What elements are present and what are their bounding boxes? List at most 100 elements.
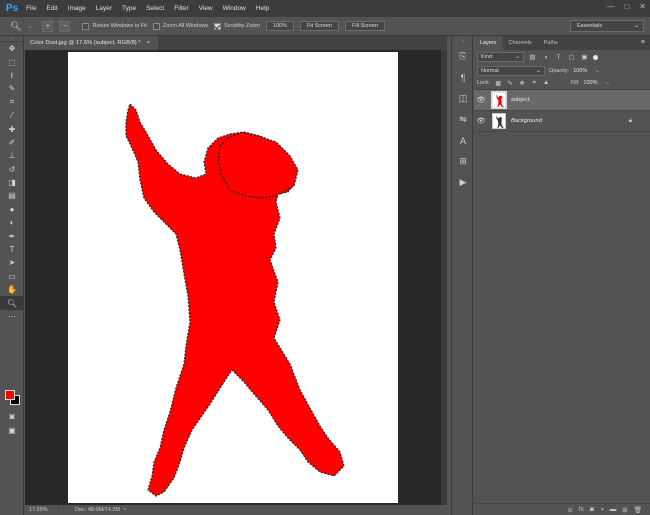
close-window-icon[interactable]: ✕: [639, 2, 646, 11]
zoom-level-field[interactable]: 17.55%: [25, 507, 59, 513]
filter-kind-select[interactable]: Kind ⌄: [477, 52, 524, 62]
fill-screen-button[interactable]: Fill Screen: [345, 21, 386, 31]
lock-all-icon[interactable]: 🔒︎: [542, 80, 550, 87]
adjustments-panel-icon[interactable]: ◫: [452, 88, 474, 109]
fill-slider-icon[interactable]: ⌄: [605, 80, 610, 86]
workspace-select[interactable]: Essentials ⌄: [570, 20, 644, 32]
foreground-color-swatch[interactable]: [5, 390, 15, 400]
type-filter-icon[interactable]: T: [554, 54, 563, 61]
lock-artboard-icon[interactable]: ⌗: [530, 80, 538, 87]
filter-toggle-icon[interactable]: [593, 54, 598, 60]
hand-tool-icon[interactable]: ✋: [0, 283, 24, 296]
menu-select[interactable]: Select: [141, 5, 169, 12]
history-brush-tool-icon[interactable]: ↺: [0, 163, 24, 176]
pen-tool-icon[interactable]: ✒: [0, 229, 24, 242]
gradient-tool-icon[interactable]: ▤: [0, 189, 24, 202]
status-menu-icon[interactable]: ›: [120, 507, 126, 513]
smart-object-filter-icon[interactable]: ▣: [580, 53, 589, 61]
menu-type[interactable]: Type: [117, 5, 141, 12]
crop-tool-icon[interactable]: ⌗: [0, 96, 24, 109]
lock-pixels-icon[interactable]: ✎: [506, 80, 514, 87]
checkbox-box[interactable]: [152, 22, 160, 30]
rectangle-tool-icon[interactable]: ▭: [0, 270, 24, 283]
actions-panel-icon[interactable]: ▶: [452, 172, 474, 193]
panel-menu-icon[interactable]: ≡: [641, 39, 645, 46]
menu-filter[interactable]: Filter: [169, 5, 193, 12]
vertical-scrollbar[interactable]: [441, 50, 447, 505]
screen-mode-icon[interactable]: ▣: [0, 424, 24, 437]
resize-windows-checkbox[interactable]: Resize Windows to Fit: [82, 22, 147, 30]
libraries-panel-icon[interactable]: ⊞: [452, 151, 474, 172]
healing-brush-tool-icon[interactable]: ✚: [0, 122, 24, 135]
fill-value[interactable]: 100%: [583, 80, 601, 86]
checkbox-box-checked[interactable]: [214, 22, 222, 30]
fit-screen-button[interactable]: Fit Screen: [299, 21, 340, 31]
menu-view[interactable]: View: [194, 5, 218, 12]
chevron-down-icon[interactable]: ⌄: [27, 23, 32, 30]
move-tool-icon[interactable]: ✥: [0, 42, 24, 55]
history-panel-icon[interactable]: ⎘: [452, 46, 474, 67]
menu-image[interactable]: Image: [63, 5, 91, 12]
layer-row-background[interactable]: 👁︎ Background 🔒︎: [474, 111, 650, 132]
tab-layers[interactable]: Layers: [474, 36, 503, 50]
add-mask-icon[interactable]: ◙: [590, 506, 594, 513]
lasso-tool-icon[interactable]: ℓ: [0, 69, 24, 82]
minimize-icon[interactable]: —: [606, 2, 614, 11]
menu-window[interactable]: Window: [218, 5, 251, 12]
pixel-filter-icon[interactable]: ▧: [528, 53, 537, 61]
lock-position-icon[interactable]: ✥: [518, 80, 526, 87]
new-layer-icon[interactable]: ⊞: [622, 506, 627, 514]
menu-help[interactable]: Help: [251, 5, 274, 12]
default-colors-icon[interactable]: [0, 323, 24, 329]
zoom-in-icon[interactable]: +: [42, 20, 54, 32]
more-tools-icon[interactable]: ⋯: [0, 310, 24, 323]
layer-name[interactable]: Background: [511, 118, 542, 124]
panel-grip-icon[interactable]: «: [452, 36, 474, 46]
new-group-icon[interactable]: ▬: [610, 506, 617, 513]
document-canvas[interactable]: [68, 52, 398, 503]
menu-file[interactable]: File: [21, 5, 41, 12]
path-selection-tool-icon[interactable]: ➤: [0, 256, 24, 269]
quick-mask-icon[interactable]: ◙: [0, 410, 24, 423]
layer-row-subject[interactable]: 👁︎ subject: [474, 90, 650, 111]
opacity-slider-icon[interactable]: ⌄: [595, 68, 600, 74]
close-tab-icon[interactable]: ×: [147, 40, 150, 46]
link-layers-icon[interactable]: ⊝: [567, 506, 572, 514]
layer-name[interactable]: subject: [511, 97, 529, 103]
brush-tool-icon[interactable]: ✐: [0, 136, 24, 149]
opacity-value[interactable]: 100%: [573, 68, 591, 74]
lock-transparency-icon[interactable]: ▩: [494, 80, 502, 87]
menu-layer[interactable]: Layer: [91, 5, 117, 12]
eyedropper-tool-icon[interactable]: ⁄: [0, 109, 24, 122]
character-panel-icon[interactable]: A: [452, 130, 474, 151]
visibility-eye-icon[interactable]: 👁︎: [474, 117, 488, 125]
adjustment-layer-icon[interactable]: ◑: [600, 506, 604, 513]
clone-stamp-tool-icon[interactable]: ⊥: [0, 149, 24, 162]
visibility-eye-icon[interactable]: 👁︎: [474, 96, 488, 104]
adjustment-filter-icon[interactable]: ◑: [541, 54, 550, 61]
document-tab[interactable]: Color Dust.jpg @ 17.6% (subject, RGB/8) …: [25, 36, 158, 50]
zoom-out-icon[interactable]: −: [59, 20, 71, 32]
tab-paths[interactable]: Paths: [538, 36, 564, 50]
scrubby-zoom-checkbox[interactable]: Scrubby Zoom: [214, 22, 260, 30]
eraser-tool-icon[interactable]: ◨: [0, 176, 24, 189]
dodge-tool-icon[interactable]: ◐: [0, 216, 24, 229]
tab-channels[interactable]: Channels: [503, 36, 538, 50]
quick-selection-tool-icon[interactable]: ✎: [0, 82, 24, 95]
type-tool-icon[interactable]: T: [0, 243, 24, 256]
blend-mode-select[interactable]: Normal ⌄: [477, 65, 545, 76]
shape-filter-icon[interactable]: ▢: [567, 53, 576, 61]
layer-style-icon[interactable]: fx: [579, 506, 584, 513]
zoom-tool-icon[interactable]: 🔍︎: [0, 296, 24, 310]
zoom-100-button[interactable]: 100%: [265, 21, 294, 31]
maximize-icon[interactable]: □: [624, 2, 629, 11]
delete-layer-icon[interactable]: 🗑︎: [634, 506, 642, 514]
canvas-area[interactable]: [25, 50, 447, 505]
paragraph-panel-icon[interactable]: ¶: [452, 67, 474, 88]
properties-panel-icon[interactable]: ⇋: [452, 109, 474, 130]
menu-edit[interactable]: Edit: [41, 5, 62, 12]
blur-tool-icon[interactable]: ●: [0, 203, 24, 216]
zoom-tool-preset-icon[interactable]: 🔍︎: [10, 21, 21, 32]
checkbox-box[interactable]: [82, 22, 90, 30]
zoom-all-windows-checkbox[interactable]: Zoom All Windows: [152, 22, 208, 30]
